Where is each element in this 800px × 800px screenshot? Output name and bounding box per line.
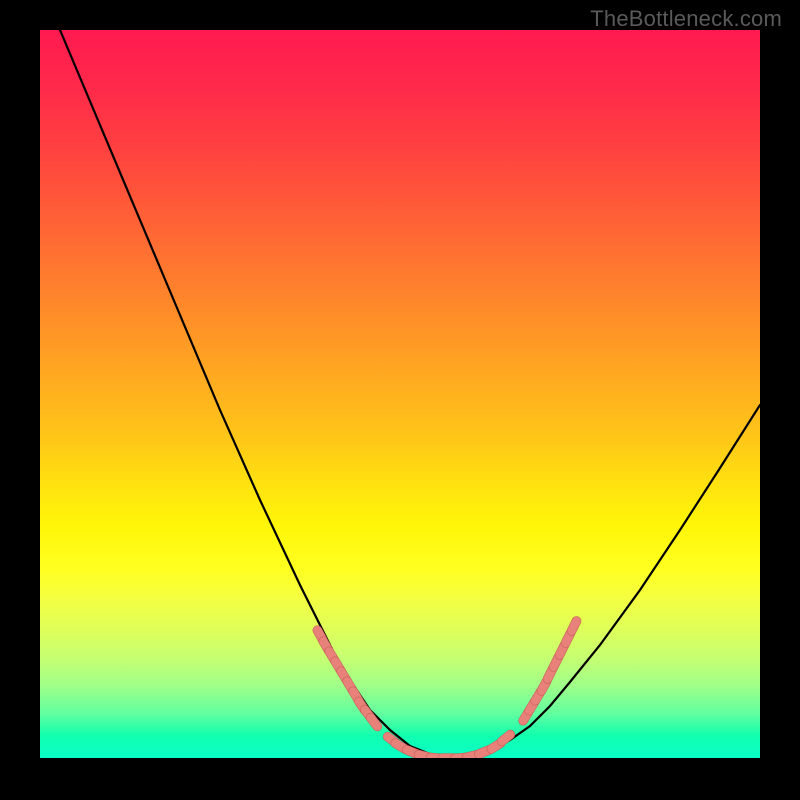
curve-right-arm [450,405,760,758]
data-markers [311,615,582,758]
data-marker [495,728,516,748]
chart-plot-area [40,30,760,758]
data-marker [566,615,583,637]
chart-svg [40,30,760,758]
curve-left-arm [60,30,450,758]
watermark-text: TheBottleneck.com [590,6,782,32]
